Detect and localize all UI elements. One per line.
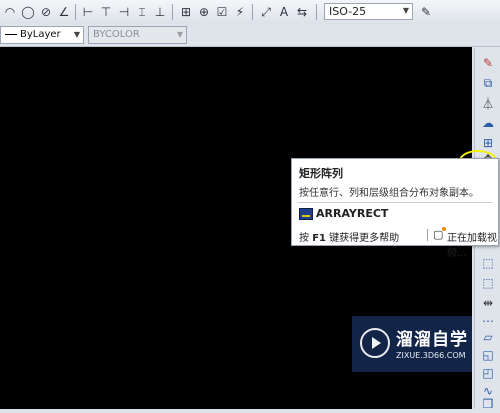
tooltip-separator xyxy=(427,229,428,241)
help-prefix: 按 xyxy=(299,233,309,244)
tooltip-arrayrect: 矩形阵列 按任意行、列和层级组合分布对象副本。 ARRAYRECT 按 F1 键… xyxy=(291,158,499,259)
tooltip-description: 按任意行、列和层级组合分布对象副本。 xyxy=(299,188,479,199)
watermark: 溜溜自学 ZIXUE.3D66.COM xyxy=(352,316,472,372)
help-key: F1 xyxy=(312,233,326,244)
command-icon xyxy=(299,208,313,220)
tooltip-title: 矩形阵列 xyxy=(299,167,343,180)
watermark-title: 溜溜自学 xyxy=(396,330,468,350)
watermark-url: ZIXUE.3D66.COM xyxy=(396,351,466,360)
play-logo-icon xyxy=(360,328,390,358)
tooltip-command: ARRAYRECT xyxy=(316,207,389,220)
tooltip-help: 按 F1 键获得更多帮助 xyxy=(299,229,399,244)
tooltip-video-status: 正在加载视频... xyxy=(447,233,497,259)
tooltip-divider xyxy=(298,202,492,203)
video-icon: ▢ xyxy=(433,227,447,241)
help-suffix: 键获得更多帮助 xyxy=(329,233,400,244)
